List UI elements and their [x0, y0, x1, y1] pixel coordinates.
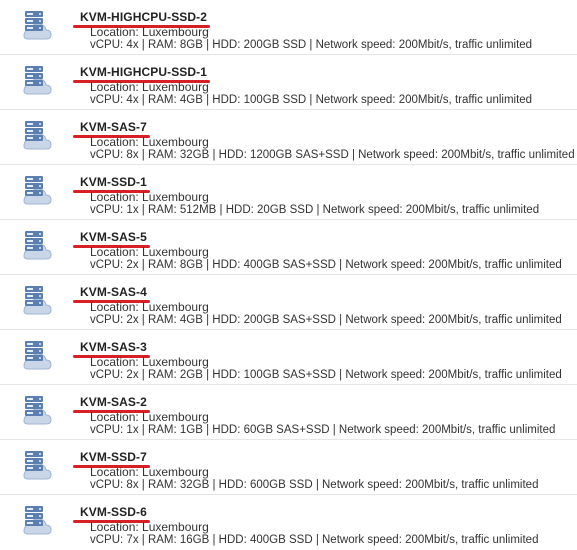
server-location: Location: Luxembourg — [90, 300, 209, 314]
server-cloud-icon — [23, 121, 52, 150]
server-row[interactable]: KVM-SAS-3 Location: Luxembourg vCPU: 2x … — [0, 330, 577, 385]
server-specs: vCPU: 4x | RAM: 4GB | HDD: 100GB SSD | N… — [90, 94, 533, 106]
server-cloud-icon — [23, 396, 52, 425]
server-list: KVM-HIGHCPU-SSD-2 Location: Luxembourg v… — [0, 0, 577, 550]
server-name[interactable]: KVM-SAS-5 — [80, 230, 147, 244]
server-location: Location: Luxembourg — [90, 355, 209, 369]
server-row[interactable]: KVM-SAS-4 Location: Luxembourg vCPU: 2x … — [0, 275, 577, 330]
server-name[interactable]: KVM-HIGHCPU-SSD-1 — [80, 65, 207, 79]
server-name[interactable]: KVM-SSD-6 — [80, 505, 147, 519]
server-location: Location: Luxembourg — [90, 245, 209, 259]
server-row[interactable]: KVM-HIGHCPU-SSD-2 Location: Luxembourg v… — [0, 0, 577, 55]
server-cloud-icon — [23, 66, 52, 95]
server-location: Location: Luxembourg — [90, 190, 209, 204]
server-row[interactable]: KVM-HIGHCPU-SSD-1 Location: Luxembourg v… — [0, 55, 577, 110]
server-specs: vCPU: 1x | RAM: 512MB | HDD: 20GB SSD | … — [90, 204, 540, 216]
server-name[interactable]: KVM-SSD-1 — [80, 175, 147, 189]
server-specs: vCPU: 2x | RAM: 8GB | HDD: 400GB SAS+SSD… — [90, 259, 562, 271]
server-specs: vCPU: 7x | RAM: 16GB | HDD: 400GB SSD | … — [90, 534, 539, 546]
server-name[interactable]: KVM-SAS-3 — [80, 340, 147, 354]
server-name[interactable]: KVM-SSD-7 — [80, 450, 147, 464]
server-specs: vCPU: 4x | RAM: 8GB | HDD: 200GB SSD | N… — [90, 39, 533, 51]
server-cloud-icon — [23, 286, 52, 315]
server-specs: vCPU: 2x | RAM: 2GB | HDD: 100GB SAS+SSD… — [90, 369, 562, 381]
server-row[interactable]: KVM-SAS-2 Location: Luxembourg vCPU: 1x … — [0, 385, 577, 440]
server-specs: vCPU: 2x | RAM: 4GB | HDD: 200GB SAS+SSD… — [90, 314, 562, 326]
server-location: Location: Luxembourg — [90, 25, 209, 39]
server-name[interactable]: KVM-SAS-7 — [80, 120, 147, 134]
server-name[interactable]: KVM-SAS-4 — [80, 285, 147, 299]
server-cloud-icon — [23, 176, 52, 205]
server-cloud-icon — [23, 451, 52, 480]
server-cloud-icon — [23, 341, 52, 370]
server-location: Location: Luxembourg — [90, 80, 209, 94]
server-location: Location: Luxembourg — [90, 135, 209, 149]
server-specs: vCPU: 8x | RAM: 32GB | HDD: 1200GB SAS+S… — [90, 149, 575, 161]
server-location: Location: Luxembourg — [90, 410, 209, 424]
server-row[interactable]: KVM-SAS-7 Location: Luxembourg vCPU: 8x … — [0, 110, 577, 165]
server-specs: vCPU: 1x | RAM: 1GB | HDD: 60GB SAS+SSD … — [90, 424, 556, 436]
server-name[interactable]: KVM-SAS-2 — [80, 395, 147, 409]
server-row[interactable]: KVM-SSD-6 Location: Luxembourg vCPU: 7x … — [0, 495, 577, 550]
server-location: Location: Luxembourg — [90, 520, 209, 534]
server-location: Location: Luxembourg — [90, 465, 209, 479]
server-cloud-icon — [23, 506, 52, 535]
server-cloud-icon — [23, 231, 52, 260]
server-row[interactable]: KVM-SAS-5 Location: Luxembourg vCPU: 2x … — [0, 220, 577, 275]
server-name[interactable]: KVM-HIGHCPU-SSD-2 — [80, 10, 207, 24]
server-row[interactable]: KVM-SSD-7 Location: Luxembourg vCPU: 8x … — [0, 440, 577, 495]
server-row[interactable]: KVM-SSD-1 Location: Luxembourg vCPU: 1x … — [0, 165, 577, 220]
server-cloud-icon — [23, 11, 52, 40]
server-specs: vCPU: 8x | RAM: 32GB | HDD: 600GB SSD | … — [90, 479, 539, 491]
